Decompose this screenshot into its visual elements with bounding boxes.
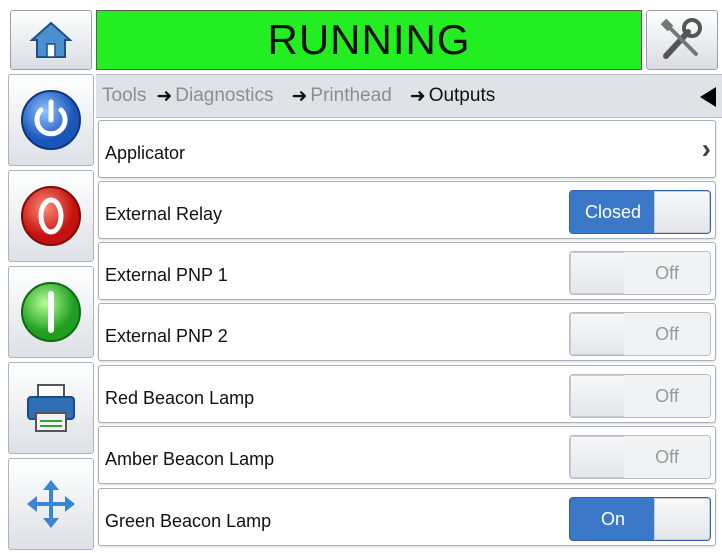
toggle-knob — [654, 498, 710, 540]
breadcrumb: Tools ➜ Diagnostics ➜ Printhead ➜ Output… — [96, 74, 722, 118]
list-item-amber-beacon-lamp: Amber Beacon Lamp Off — [98, 426, 716, 484]
breadcrumb-arrow-icon: ➜ — [291, 85, 308, 107]
toggle-knob — [570, 313, 626, 355]
back-triangle-icon[interactable] — [700, 87, 716, 107]
breadcrumb-outputs: Outputs — [428, 85, 496, 106]
list-item-label: Red Beacon Lamp — [105, 388, 255, 408]
amber-beacon-lamp-toggle[interactable]: Off — [569, 435, 711, 479]
printer-icon — [27, 384, 75, 432]
external-pnp-1-toggle[interactable]: Off — [569, 251, 711, 295]
list-item-label: External PNP 2 — [105, 326, 228, 346]
list-item-applicator[interactable]: Applicator › — [98, 120, 716, 178]
breadcrumb-printhead[interactable]: Printhead — [310, 85, 391, 107]
toggle-knob — [570, 436, 626, 478]
navigate-button[interactable] — [8, 458, 94, 550]
toggle-state: Off — [624, 436, 710, 478]
green-beacon-lamp-toggle[interactable]: On — [569, 497, 711, 541]
tools-icon — [660, 18, 702, 59]
stop-button[interactable] — [8, 170, 94, 262]
status-banner: RUNNING — [96, 10, 642, 70]
print-button[interactable] — [8, 362, 94, 454]
toggle-knob — [570, 252, 626, 294]
header: RUNNING — [0, 0, 722, 72]
start-icon — [21, 282, 81, 342]
list-item-label: Green Beacon Lamp — [105, 511, 272, 531]
external-relay-toggle[interactable]: Closed — [569, 190, 711, 234]
list-item-label: Amber Beacon Lamp — [105, 449, 275, 469]
stop-icon — [21, 186, 81, 246]
power-button[interactable] — [8, 74, 94, 166]
list-item-label: External Relay — [105, 204, 223, 224]
toggle-state: Off — [624, 252, 710, 294]
toggle-state: Off — [624, 375, 710, 417]
toggle-state: Off — [624, 313, 710, 355]
breadcrumb-diagnostics[interactable]: Diagnostics — [175, 85, 273, 107]
arrows-icon — [27, 480, 75, 528]
outputs-list: Applicator › External Relay Closed Exter… — [96, 120, 722, 548]
list-item-red-beacon-lamp: Red Beacon Lamp Off — [98, 365, 716, 423]
list-item-label: External PNP 1 — [105, 265, 228, 285]
breadcrumb-tools[interactable]: Tools — [102, 85, 146, 107]
sidebar — [8, 74, 94, 550]
chevron-right-icon: › — [701, 133, 711, 164]
external-pnp-2-toggle[interactable]: Off — [569, 312, 711, 356]
breadcrumb-arrow-icon: ➜ — [156, 85, 173, 107]
home-button[interactable] — [10, 10, 92, 70]
tools-button[interactable] — [646, 10, 718, 70]
toggle-state: Closed — [584, 202, 642, 222]
toggle-knob — [654, 191, 710, 233]
list-item-label: Applicator — [105, 143, 186, 163]
list-item-external-pnp-2: External PNP 2 Off — [98, 303, 716, 361]
red-beacon-lamp-toggle[interactable]: Off — [569, 374, 711, 418]
list-item-external-pnp-1: External PNP 1 Off — [98, 242, 716, 300]
home-icon — [29, 21, 73, 58]
breadcrumb-arrow-icon: ➜ — [409, 85, 426, 107]
power-icon — [21, 90, 81, 150]
toggle-state: On — [600, 509, 625, 529]
list-item-green-beacon-lamp: Green Beacon Lamp On — [98, 488, 716, 546]
toggle-knob — [570, 375, 626, 417]
list-item-external-relay: External Relay Closed — [98, 181, 716, 239]
start-button[interactable] — [8, 266, 94, 358]
